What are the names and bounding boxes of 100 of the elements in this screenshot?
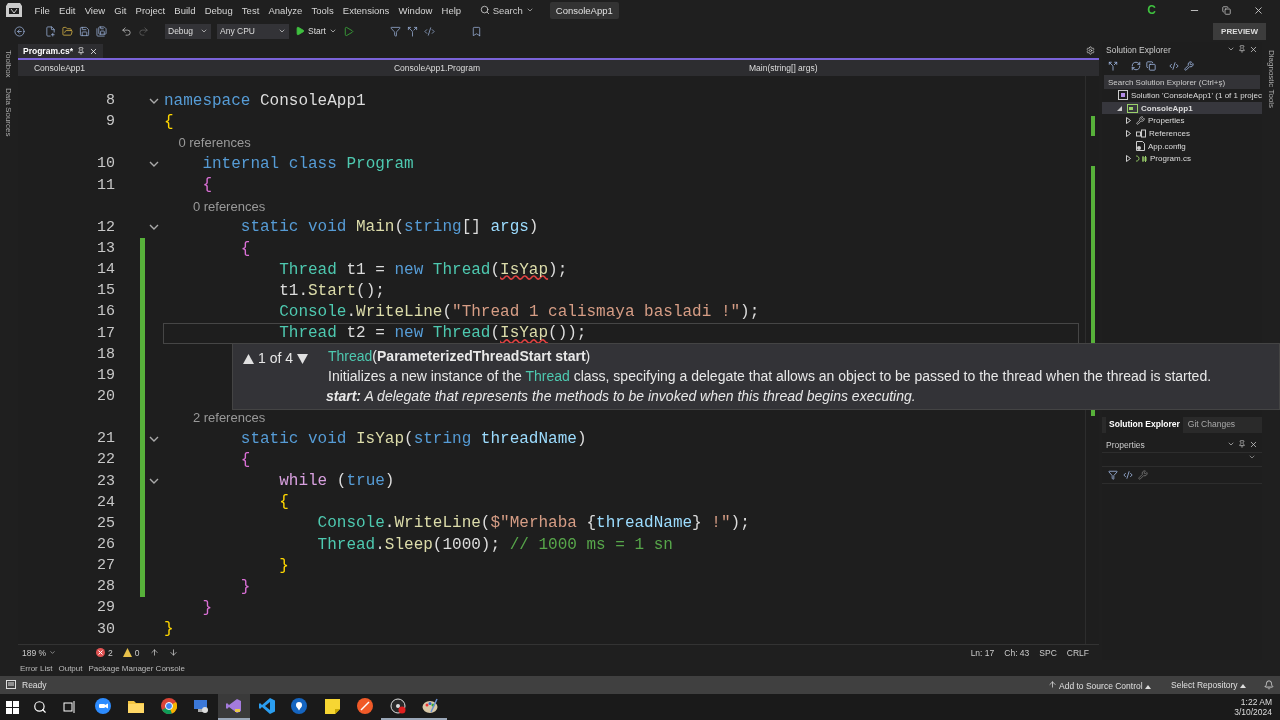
menu-item[interactable]: File — [30, 4, 55, 16]
close-icon[interactable] — [1252, 4, 1264, 16]
folder-icon[interactable] — [128, 699, 145, 713]
windows-start-icon[interactable] — [6, 700, 19, 714]
reference-count[interactable]: 0 references — [164, 135, 251, 151]
tree-item[interactable]: Solution 'ConsoleApp1' (1 of 1 projec — [1102, 89, 1262, 102]
zoom-level[interactable]: 189 % — [22, 647, 57, 658]
browser-icon[interactable] — [160, 698, 177, 714]
panel-tab[interactable]: Git Changes — [1184, 417, 1239, 433]
tool-window-tab[interactable]: Output — [58, 663, 83, 673]
menu-item[interactable]: Debug — [200, 4, 238, 16]
caret-icon[interactable] — [1248, 453, 1256, 461]
caret-icon[interactable] — [1227, 45, 1235, 53]
expand-icon[interactable] — [1126, 129, 1131, 137]
tree-item[interactable]: Properties — [1102, 114, 1262, 128]
restore-icon[interactable] — [1221, 5, 1231, 15]
filter-icon[interactable] — [389, 25, 401, 37]
ide-icon[interactable] — [226, 698, 243, 714]
menu-item[interactable]: Extensions — [338, 4, 394, 16]
up-arrow-icon[interactable] — [149, 648, 159, 657]
close-icon[interactable] — [1249, 440, 1258, 449]
run-icon[interactable] — [342, 25, 354, 37]
start-button[interactable]: Start — [295, 26, 337, 36]
expand-icon[interactable] — [1126, 155, 1131, 163]
tree-item[interactable]: Program.cs — [1102, 152, 1262, 166]
tree-item[interactable]: App.config — [1102, 139, 1262, 153]
menu-item[interactable]: Test — [237, 4, 264, 16]
reference-count[interactable]: 2 references — [164, 410, 266, 426]
tree-item[interactable]: ConsoleApp1 — [1102, 101, 1262, 115]
collapse-icon[interactable] — [149, 224, 159, 231]
taskbar-button[interactable] — [217, 694, 251, 720]
monitor-icon[interactable] — [193, 698, 210, 714]
navigation-dropdown[interactable]: Main(string[] args) — [733, 63, 1099, 73]
bookmark-icon[interactable] — [470, 25, 482, 37]
navigation-dropdown[interactable]: ConsoleApp1 — [18, 63, 378, 73]
menu-item[interactable]: View — [80, 4, 110, 16]
settings-icon[interactable] — [1086, 46, 1095, 55]
video-call-icon[interactable] — [95, 698, 112, 714]
panel-tab[interactable]: Solution Explorer — [1106, 417, 1183, 433]
source-control-button[interactable]: Add to Source Control — [1048, 679, 1151, 691]
caret-icon[interactable] — [1227, 440, 1235, 448]
expanded-icon[interactable] — [1117, 105, 1122, 111]
palette-icon[interactable] — [422, 698, 439, 714]
error-count[interactable]: 2 — [96, 647, 113, 658]
up-triangle-icon[interactable] — [243, 354, 254, 364]
menu-item[interactable]: Analyze — [263, 4, 307, 16]
compass-icon[interactable] — [356, 698, 373, 714]
collapse-icon[interactable] — [149, 435, 159, 442]
close-icon[interactable] — [89, 46, 99, 56]
code-icon[interactable] — [423, 25, 435, 37]
menu-item[interactable]: Build — [169, 4, 201, 16]
tool-window-tab[interactable]: Data Sources — [4, 87, 14, 137]
map-pin-icon[interactable] — [291, 698, 308, 714]
pin-icon[interactable] — [1238, 45, 1246, 53]
task-view-icon[interactable] — [63, 700, 77, 714]
collapse-icon[interactable] — [149, 97, 159, 104]
tool-window-tab[interactable]: Package Manager Console — [88, 663, 185, 673]
configuration-dropdown[interactable]: Debug — [165, 23, 211, 39]
close-icon[interactable] — [1249, 45, 1258, 54]
document-tab[interactable]: Program.cs* — [18, 44, 104, 58]
pin-icon[interactable] — [1238, 440, 1246, 448]
wrench-icon[interactable] — [1184, 61, 1194, 71]
account-initial[interactable]: C — [1147, 3, 1156, 17]
search-field[interactable]: Search Solution Explorer (Ctrl+ş) — [1104, 75, 1260, 89]
refresh-icon[interactable] — [1131, 61, 1141, 71]
collapse-icon[interactable] — [149, 478, 159, 485]
back-icon[interactable] — [14, 25, 25, 37]
indent-mode[interactable]: SPC — [1039, 647, 1057, 658]
tool-window-tab[interactable]: Toolbox — [4, 50, 14, 78]
undo-icon[interactable] — [121, 25, 132, 37]
line-ending[interactable]: CRLF — [1066, 647, 1089, 658]
reference-count[interactable]: 0 references — [164, 198, 266, 214]
menu-item[interactable]: Project — [131, 4, 170, 16]
copy-icon[interactable] — [1146, 61, 1156, 71]
preview-button[interactable]: PREVIEW — [1213, 22, 1266, 40]
code-editor-icon[interactable] — [258, 698, 275, 714]
collapse-icon[interactable] — [149, 161, 159, 167]
menu-item[interactable]: Edit — [54, 4, 81, 16]
warning-count[interactable]: 0 — [122, 647, 140, 658]
platform-dropdown[interactable]: Any CPU — [217, 23, 289, 39]
save-all-icon[interactable] — [96, 25, 107, 37]
menu-item[interactable]: Git — [109, 4, 131, 16]
pin-icon[interactable] — [77, 47, 86, 55]
repository-button[interactable]: Select Repository — [1171, 680, 1246, 690]
save-icon[interactable] — [79, 25, 90, 37]
new-file-icon[interactable] — [45, 25, 56, 37]
search-button[interactable]: Search — [479, 4, 534, 16]
expand-icon[interactable] — [1126, 117, 1131, 125]
sticky-note-icon[interactable] — [324, 698, 340, 714]
tool-window-tab[interactable]: Diagnostic Tools — [1266, 50, 1276, 109]
search-icon[interactable] — [33, 700, 47, 714]
record-icon[interactable] — [389, 698, 406, 714]
navigation-dropdown[interactable]: ConsoleApp1.Program — [378, 63, 733, 73]
down-triangle-icon[interactable] — [297, 354, 309, 364]
tool-window-tab[interactable]: Error List — [20, 663, 53, 673]
notification-icon[interactable] — [1264, 680, 1274, 690]
menu-item[interactable]: Window — [393, 4, 437, 16]
down-arrow-icon[interactable] — [168, 648, 178, 657]
menu-item[interactable]: Tools — [306, 4, 339, 16]
tree-item[interactable]: References — [1102, 127, 1262, 140]
